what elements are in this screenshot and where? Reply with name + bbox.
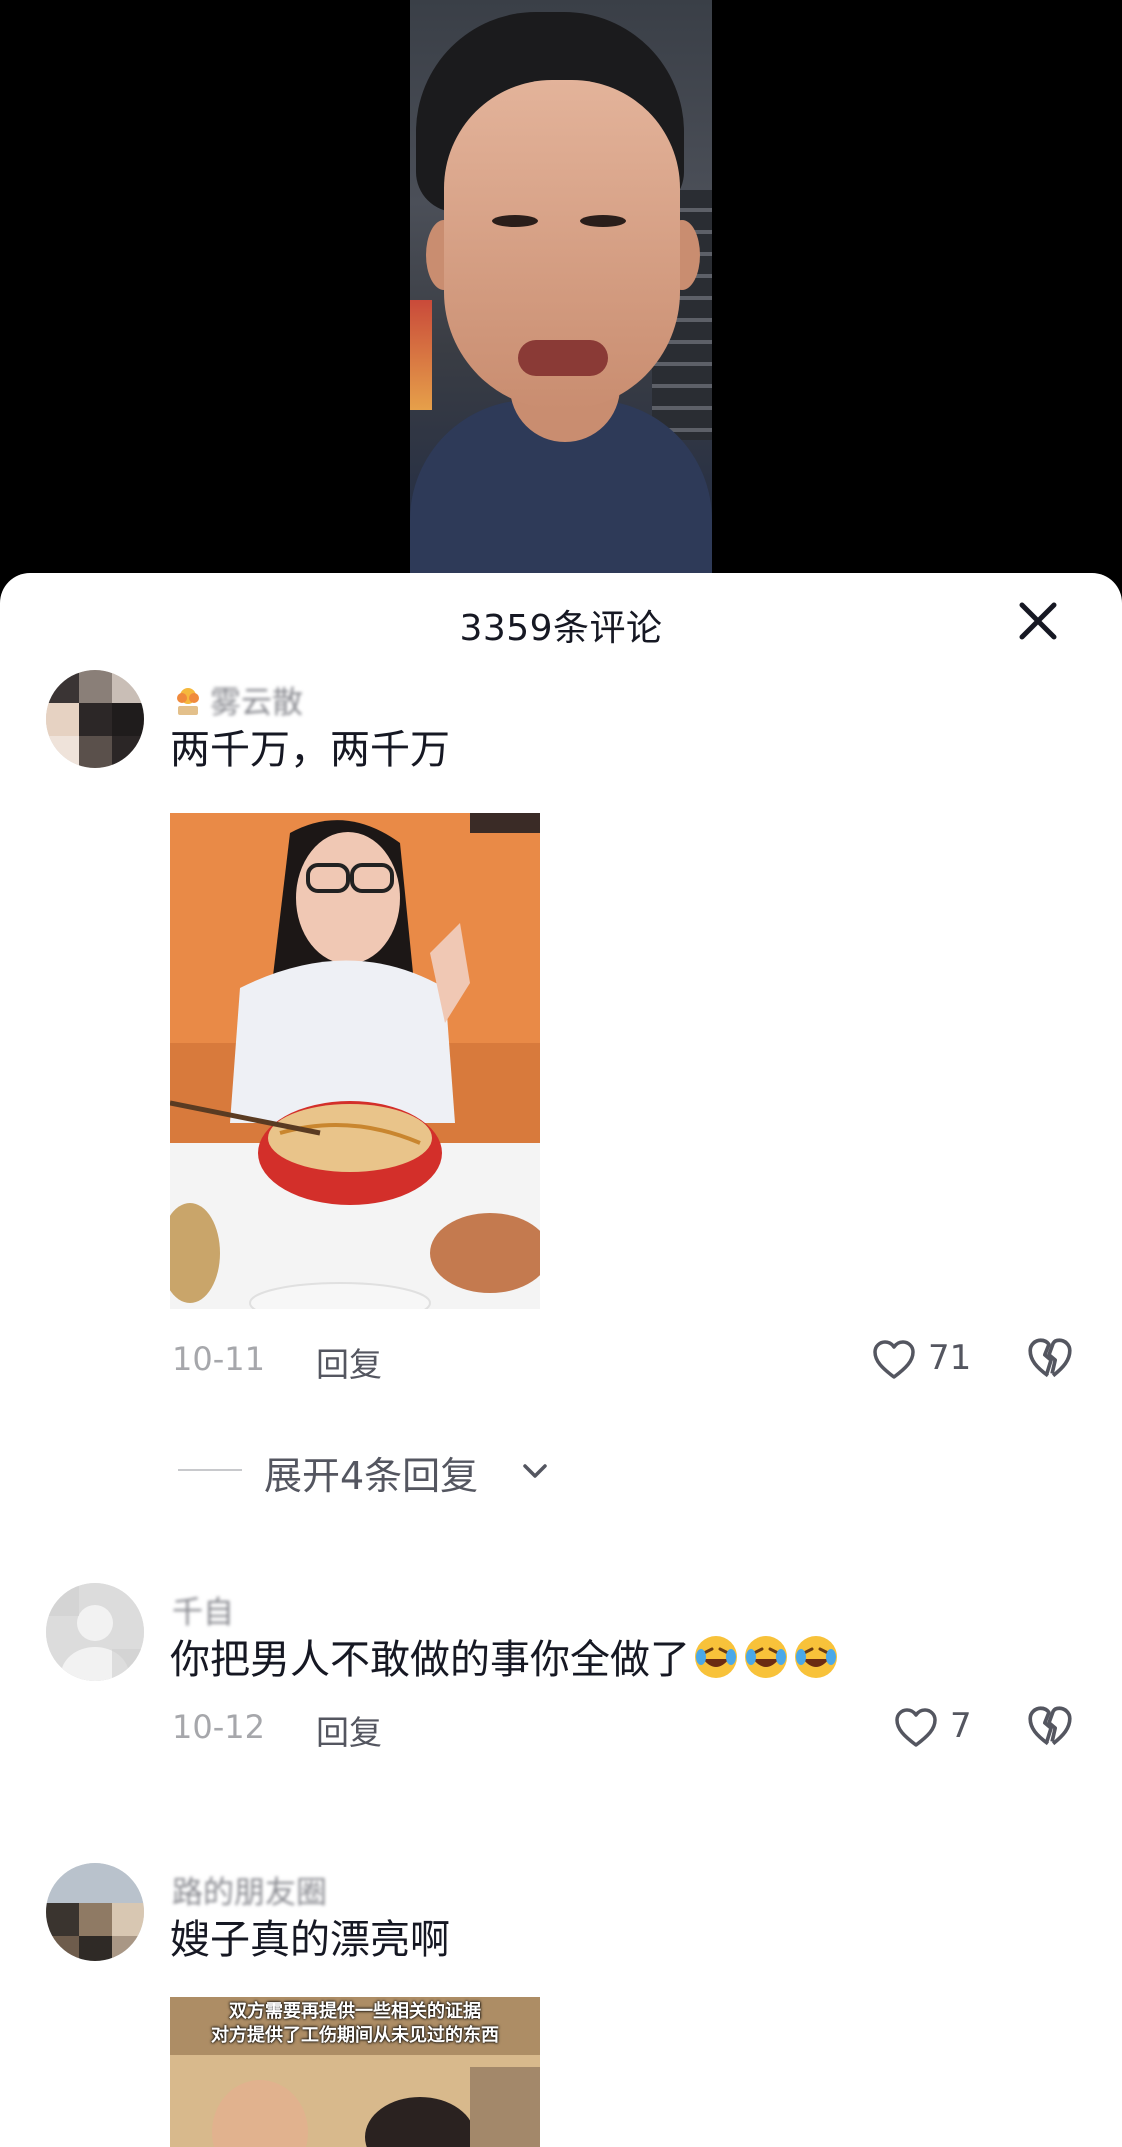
person-eye	[492, 215, 538, 227]
comment-username[interactable]: 雾云散	[172, 677, 303, 722]
comments-panel: 3359条评论 雾云散 两千万，两千万 10-11 回复 71 展开4条回复 千…	[0, 573, 1122, 2147]
broken-heart-icon	[1028, 1338, 1072, 1378]
comment-count-title: 3359条评论	[459, 608, 663, 649]
background-sign	[410, 300, 432, 410]
reply-button[interactable]: 回复	[316, 1706, 382, 1754]
comment-text-body: 你把男人不敢做的事你全做了	[170, 1637, 690, 1683]
person-eye	[580, 215, 626, 227]
comment-item: 千自 你把男人不敢做的事你全做了 10-12 回复 7	[0, 1583, 1122, 1783]
comment-username[interactable]: 千自	[172, 1587, 234, 1632]
expand-replies-button[interactable]: 展开4条回复	[178, 1445, 578, 1498]
comment-image[interactable]: 双方需要再提供一些相关的证据 对方提供了工伤期间从未见过的东西	[170, 1997, 540, 2147]
image-caption-line1: 双方需要再提供一些相关的证据	[229, 2001, 481, 2022]
username-text: 雾云散	[210, 685, 303, 721]
chevron-down-icon	[523, 1464, 547, 1478]
panel-header: 3359条评论	[0, 573, 1122, 669]
rolling-laughing-emoji-icon	[795, 1636, 837, 1678]
comment-meta: 10-12 回复 7	[172, 1700, 1082, 1756]
comment-item: 路的朋友圈 嫂子真的漂亮啊 双方需要再提供一些相关的证据 对方提供了工伤期间从未…	[0, 1863, 1122, 2147]
like-count: 7	[950, 1706, 972, 1746]
comment-text: 嫂子真的漂亮啊	[170, 1917, 450, 1963]
person-mouth	[518, 340, 608, 376]
comment-text: 你把男人不敢做的事你全做了	[170, 1627, 840, 1685]
avatar[interactable]	[46, 1583, 144, 1681]
dislike-button[interactable]	[1025, 1334, 1075, 1384]
like-button[interactable]: 7	[892, 1700, 982, 1756]
close-icon	[1019, 602, 1057, 640]
expand-divider	[178, 1469, 242, 1471]
comment-text: 两千万，两千万	[170, 727, 450, 773]
video-frame	[410, 0, 712, 580]
expand-replies-label: 展开4条回复	[264, 1454, 479, 1498]
comment-item: 雾云散 两千万，两千万 10-11 回复 71 展开4条回复	[0, 669, 1122, 1498]
reply-button[interactable]: 回复	[316, 1338, 382, 1386]
avatar[interactable]	[46, 1863, 144, 1961]
like-count: 71	[928, 1338, 972, 1378]
heart-icon	[873, 1340, 915, 1379]
comment-image[interactable]	[170, 813, 540, 1309]
dislike-button[interactable]	[1025, 1702, 1075, 1752]
comment-meta: 10-11 回复 71	[172, 1332, 1082, 1388]
image-caption-line2: 对方提供了工伤期间从未见过的东西	[211, 2025, 499, 2046]
video-player[interactable]	[0, 0, 1122, 580]
comment-date: 10-11	[172, 1340, 265, 1378]
avatar[interactable]	[46, 670, 144, 768]
comment-date: 10-12	[172, 1708, 265, 1746]
close-button[interactable]	[1012, 595, 1064, 647]
flower-badge-icon	[177, 688, 199, 715]
rolling-laughing-emoji-icon	[745, 1636, 787, 1678]
like-button[interactable]: 71	[870, 1332, 980, 1388]
comment-username[interactable]: 路的朋友圈	[172, 1867, 327, 1912]
rolling-laughing-emoji-icon	[695, 1636, 737, 1678]
broken-heart-icon	[1028, 1706, 1072, 1746]
heart-icon	[895, 1708, 937, 1747]
